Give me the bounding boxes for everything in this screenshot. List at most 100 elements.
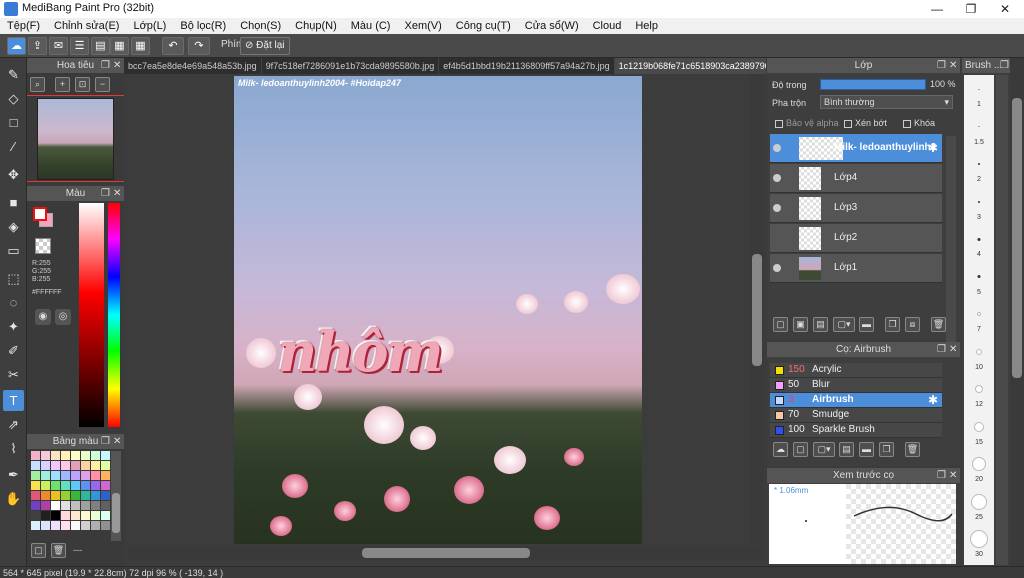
swatch-color[interactable] (101, 501, 110, 510)
actual-size-icon[interactable]: ⊡ (75, 77, 90, 92)
share-icon[interactable]: ⇪ (28, 37, 47, 55)
brush-size-dot[interactable] (977, 312, 981, 316)
eye-icon[interactable] (773, 264, 781, 272)
color-picker-icon[interactable]: ◎ (55, 309, 71, 325)
canvas-vertical-scrollbar[interactable] (750, 74, 764, 544)
brush-row[interactable]: 50 Blur (770, 378, 942, 393)
foreground-color-swatch[interactable] (33, 207, 47, 221)
swatch-color[interactable] (101, 451, 110, 460)
alpha-protect-checkbox[interactable]: Bảo vệ alpha (775, 118, 839, 128)
swatch-color[interactable] (41, 461, 50, 470)
brush-size-dot[interactable] (977, 275, 981, 278)
text-tool-icon[interactable]: T (3, 390, 24, 411)
swatch-color[interactable] (31, 471, 40, 480)
brush-size-dot[interactable] (974, 421, 984, 432)
swatch-color[interactable] (91, 511, 100, 520)
cloud-icon[interactable]: ☁ (7, 37, 26, 55)
comment-icon[interactable]: ✉ (49, 37, 68, 55)
brush-cloud-icon[interactable]: ☁ (773, 442, 788, 457)
menu-snap[interactable]: Chụp(N) (288, 18, 344, 34)
message-icon[interactable]: ☰ (70, 37, 89, 55)
brush-row[interactable]: 70 Smudge (770, 408, 942, 423)
layer-row[interactable]: Lớp3 (770, 194, 942, 223)
swatch-color[interactable] (91, 521, 100, 530)
swatch-color[interactable] (81, 491, 90, 500)
swatch-color[interactable] (81, 521, 90, 530)
document-tab[interactable]: 9f7c518ef7286091e1b73cda9895580b.jpg (262, 58, 440, 74)
lasso-tool-icon[interactable]: ◌ (3, 292, 24, 313)
reset-button[interactable]: ⊘ Đặt lại (240, 37, 290, 55)
gear-icon[interactable]: ✱ (928, 141, 938, 155)
swatch-color[interactable] (61, 451, 70, 460)
swatch-scrollbar[interactable] (111, 451, 121, 541)
saturation-slider[interactable] (79, 203, 104, 427)
menu-filter[interactable]: Bộ lọc(R) (173, 18, 233, 34)
menu-color[interactable]: Màu (C) (344, 18, 398, 34)
undock-icon[interactable]: ❐ (937, 468, 946, 483)
swatch-color[interactable] (91, 491, 100, 500)
panel-close-icon[interactable]: ✕ (113, 434, 121, 449)
brush-tool-icon[interactable]: ✎ (3, 64, 24, 85)
swatch-color[interactable] (61, 501, 70, 510)
lock-checkbox[interactable]: Khóa (903, 118, 935, 128)
panel-close-icon[interactable]: ✕ (113, 58, 121, 73)
swatch-color[interactable] (101, 511, 110, 520)
undo-icon[interactable]: ↶ (162, 37, 184, 55)
document-icon[interactable]: ▤ (91, 37, 110, 55)
menu-view[interactable]: Xem(V) (397, 18, 448, 34)
swatch-color[interactable] (71, 471, 80, 480)
swatch-color[interactable] (71, 491, 80, 500)
brush-settings-icon[interactable]: ▤ (839, 442, 854, 457)
new-layer-icon[interactable]: ▢ (773, 317, 788, 332)
swatch-color[interactable] (51, 511, 60, 520)
right-scrollbar[interactable] (1010, 58, 1024, 566)
close-button[interactable]: ✕ (988, 0, 1022, 18)
brush-size-dot[interactable] (970, 530, 988, 548)
swatch-color[interactable] (51, 491, 60, 500)
swatch-color[interactable] (101, 471, 110, 480)
brush-row[interactable]: 3 Airbrush ✱ (770, 393, 942, 408)
maximize-button[interactable]: ❐ (954, 0, 988, 18)
panel-close-icon[interactable]: ✕ (113, 186, 121, 201)
swatch-color[interactable] (71, 461, 80, 470)
new-folder-dropdown-icon[interactable]: ▢▾ (833, 317, 855, 332)
brush-size-dot[interactable] (978, 88, 980, 90)
swatch-color[interactable] (41, 501, 50, 510)
panel-close-icon[interactable]: ✕ (949, 468, 957, 483)
swatch-color[interactable] (41, 511, 50, 520)
swatch-color[interactable] (71, 501, 80, 510)
menu-file[interactable]: Tệp(F) (0, 18, 47, 34)
panel-close-icon[interactable]: ✕ (949, 58, 957, 73)
new-halftone-layer-icon[interactable]: ▣ (793, 317, 808, 332)
delete-swatch-icon[interactable]: 🗑 (51, 543, 66, 558)
move-tool-icon[interactable]: ✥ (3, 164, 24, 185)
undock-icon[interactable]: ❐ (101, 186, 110, 201)
menu-select[interactable]: Chọn(S) (233, 18, 288, 34)
swatch-color[interactable] (61, 491, 70, 500)
swatch-color[interactable] (91, 451, 100, 460)
eraser-tool-icon[interactable]: ◇ (3, 88, 24, 109)
swatch-color[interactable] (61, 511, 70, 520)
swatch-color[interactable] (101, 491, 110, 500)
swatch-color[interactable] (41, 471, 50, 480)
eye-icon[interactable] (773, 144, 781, 152)
swatch-color[interactable] (51, 501, 60, 510)
swatch-color[interactable] (41, 451, 50, 460)
zoom-fit-icon[interactable]: ⌕ (30, 77, 45, 92)
swatch-color[interactable] (101, 521, 110, 530)
menu-tools[interactable]: Công cụ(T) (449, 18, 518, 34)
rectangle-tool-icon[interactable]: □ (3, 112, 24, 133)
add-brush-dropdown-icon[interactable]: ▢▾ (813, 442, 835, 457)
add-swatch-icon[interactable]: ▢ (31, 543, 46, 558)
swatch-color[interactable] (61, 521, 70, 530)
navigator-thumbnail[interactable] (37, 98, 114, 180)
layer-row[interactable]: Lớp1 (770, 254, 942, 283)
swatch-color[interactable] (31, 451, 40, 460)
redo-icon[interactable]: ↷ (188, 37, 210, 55)
delete-layer-icon[interactable]: 🗑 (931, 317, 946, 332)
new-brush-icon[interactable]: ▢ (793, 442, 808, 457)
palette-icon[interactable]: ◉ (35, 309, 51, 325)
swatch-color[interactable] (81, 471, 90, 480)
folder-icon[interactable]: ▬ (859, 442, 874, 457)
select-pen-tool-icon[interactable]: ✐ (3, 340, 24, 361)
